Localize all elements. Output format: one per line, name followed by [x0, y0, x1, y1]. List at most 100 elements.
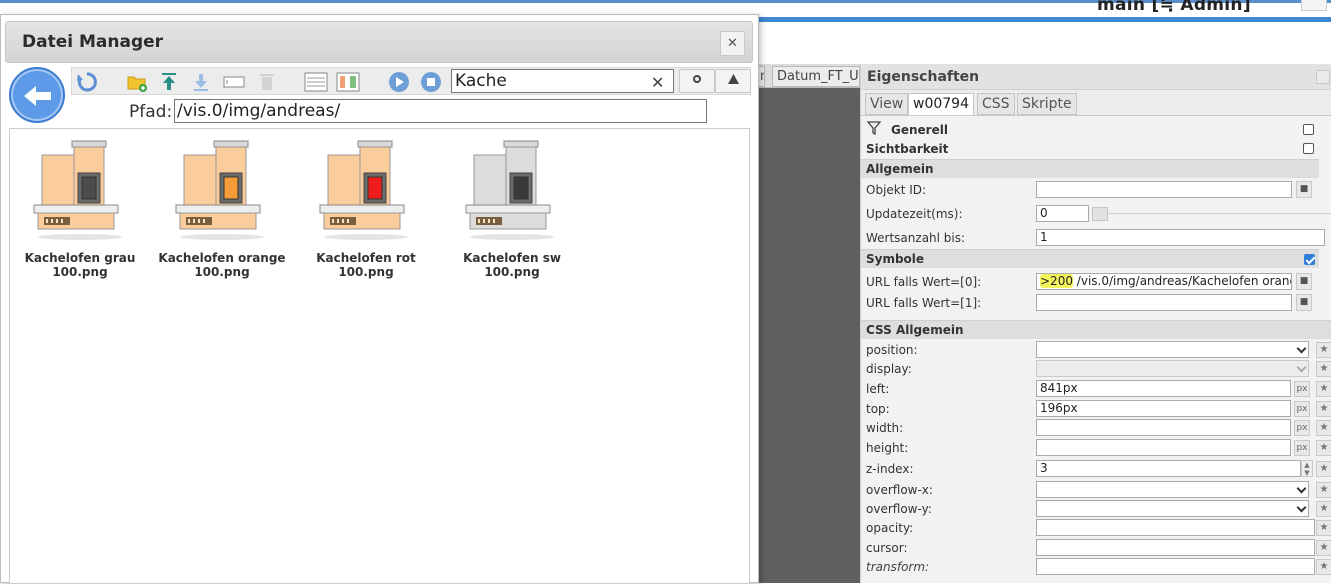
- app-title: main [≒ Admin]: [1097, 0, 1251, 15]
- warning-button[interactable]: [715, 69, 751, 93]
- cursor-input[interactable]: [1036, 539, 1315, 556]
- table-view-icon[interactable]: [336, 71, 360, 93]
- properties-title: Eigenschaften: [867, 69, 980, 85]
- field-label: width:: [866, 421, 904, 435]
- file-item[interactable]: Kachelofen sw 100.png: [442, 137, 582, 279]
- field-label: opacity:: [866, 521, 914, 535]
- objekt-id-input[interactable]: [1036, 181, 1292, 198]
- wertsanzahl-input[interactable]: 1: [1036, 229, 1325, 246]
- settings-button[interactable]: [679, 69, 715, 93]
- unit-px[interactable]: px: [1294, 440, 1310, 456]
- row-transform: transform: ★: [861, 557, 1331, 577]
- star-icon[interactable]: ★: [1316, 401, 1331, 417]
- file-item[interactable]: Kachelofen orange 100.png: [152, 137, 292, 279]
- opacity-input[interactable]: [1036, 519, 1315, 536]
- unit-px[interactable]: px: [1294, 401, 1310, 417]
- url-0-input[interactable]: >200 /vis.0/img/andreas/Kachelofen orang…: [1036, 273, 1292, 290]
- row-objekt-id: Objekt ID: ■: [861, 180, 1331, 200]
- url-0-browse-button[interactable]: ■: [1296, 273, 1312, 290]
- search-input[interactable]: [451, 69, 674, 93]
- row-url-0: URL falls Wert=[0]: >200 /vis.0/img/andr…: [861, 272, 1331, 292]
- close-button[interactable]: ✕: [720, 31, 745, 56]
- star-icon[interactable]: ★: [1316, 361, 1331, 377]
- top-input[interactable]: 196px: [1036, 400, 1291, 417]
- editor-tab-datum[interactable]: Datum_FT_U: [772, 66, 860, 87]
- warning-icon: [727, 74, 739, 84]
- tab-view[interactable]: View: [865, 93, 909, 115]
- section-css-allgemein[interactable]: CSS Allgemein: [861, 320, 1331, 339]
- field-label: URL falls Wert=[0]:: [866, 275, 982, 289]
- file-item[interactable]: Kachelofen grau 100.png: [10, 137, 150, 279]
- overflow-x-select[interactable]: [1036, 481, 1309, 498]
- display-select[interactable]: [1036, 360, 1309, 377]
- chevron-down-icon: [1296, 483, 1307, 494]
- download-icon[interactable]: [190, 71, 212, 93]
- left-input[interactable]: 841px: [1036, 380, 1291, 397]
- width-input[interactable]: [1036, 419, 1291, 436]
- symbole-checkbox[interactable]: [1304, 254, 1315, 265]
- star-icon[interactable]: ★: [1316, 501, 1331, 517]
- star-icon[interactable]: ★: [1316, 440, 1331, 456]
- field-label: display:: [866, 362, 912, 376]
- chevron-down-icon: [1296, 502, 1307, 513]
- collapse-button[interactable]: [1316, 70, 1330, 84]
- unit-px[interactable]: px: [1294, 420, 1310, 436]
- play-icon[interactable]: [388, 71, 410, 93]
- transform-input[interactable]: [1036, 558, 1315, 575]
- upload-icon[interactable]: [158, 71, 180, 93]
- star-icon[interactable]: ★: [1316, 540, 1331, 556]
- star-icon[interactable]: ★: [1316, 420, 1331, 436]
- window-control[interactable]: [1301, 0, 1327, 11]
- row-wertsanzahl: Wertsanzahl bis: 1: [861, 228, 1331, 248]
- zindex-input[interactable]: 3: [1036, 460, 1301, 477]
- row-cursor: cursor: ★: [861, 538, 1331, 558]
- stop-icon[interactable]: [420, 71, 442, 93]
- section-label: Allgemein: [866, 162, 934, 176]
- updatezeit-input[interactable]: 0: [1036, 205, 1089, 222]
- updatezeit-slider[interactable]: [1108, 213, 1331, 214]
- refresh-icon[interactable]: [76, 71, 98, 93]
- unit-px[interactable]: px: [1294, 381, 1310, 397]
- editor-canvas[interactable]: [757, 64, 860, 583]
- file-item[interactable]: Kachelofen rot 100.png: [296, 137, 436, 279]
- field-label: Updatezeit(ms):: [866, 207, 963, 221]
- editor-tab-strip: n Datum_FT_U: [755, 64, 860, 88]
- new-folder-icon[interactable]: [126, 71, 148, 93]
- list-view-icon[interactable]: [304, 71, 328, 93]
- delete-icon[interactable]: [256, 71, 278, 93]
- tab-css[interactable]: CSS: [977, 93, 1015, 115]
- overflow-y-select[interactable]: [1036, 500, 1309, 517]
- section-label: Sichtbarkeit: [866, 142, 949, 156]
- url-1-browse-button[interactable]: ■: [1296, 294, 1312, 311]
- stove-thumbnail-icon: [465, 140, 554, 240]
- row-url-1: URL falls Wert=[1]: ■: [861, 293, 1331, 313]
- path-input[interactable]: [174, 99, 707, 123]
- back-button[interactable]: [9, 67, 65, 123]
- section-sichtbarkeit[interactable]: Sichtbarkeit: [861, 139, 1331, 159]
- stove-thumbnail-icon: [319, 140, 408, 240]
- clear-search-button[interactable]: ✕: [651, 73, 664, 92]
- file-name: Kachelofen sw: [463, 251, 561, 265]
- row-top: top: 196px px ★: [861, 399, 1331, 419]
- height-input[interactable]: [1036, 439, 1291, 456]
- position-select[interactable]: [1036, 341, 1309, 358]
- url-1-input[interactable]: [1036, 294, 1292, 311]
- star-icon[interactable]: ★: [1316, 520, 1331, 536]
- section-allgemein[interactable]: Allgemein: [861, 159, 1319, 178]
- updatezeit-slider-handle[interactable]: [1092, 207, 1108, 221]
- star-icon[interactable]: ★: [1316, 482, 1331, 498]
- tab-skripte[interactable]: Skripte: [1017, 93, 1077, 115]
- zindex-spinner[interactable]: ▲ ▼: [1301, 460, 1313, 477]
- select-id-button[interactable]: ■: [1296, 181, 1312, 198]
- star-icon[interactable]: ★: [1316, 461, 1331, 477]
- star-icon[interactable]: ★: [1316, 381, 1331, 397]
- tab-w00794[interactable]: w00794: [908, 93, 974, 115]
- sichtbarkeit-checkbox[interactable]: [1303, 143, 1314, 154]
- section-symbole[interactable]: Symbole: [861, 249, 1319, 268]
- generell-checkbox[interactable]: [1303, 124, 1314, 135]
- section-label: Symbole: [866, 252, 925, 266]
- rename-icon[interactable]: [222, 71, 246, 93]
- star-icon[interactable]: ★: [1316, 559, 1331, 575]
- section-generell[interactable]: Generell: [861, 120, 1331, 140]
- star-icon[interactable]: ★: [1316, 342, 1331, 358]
